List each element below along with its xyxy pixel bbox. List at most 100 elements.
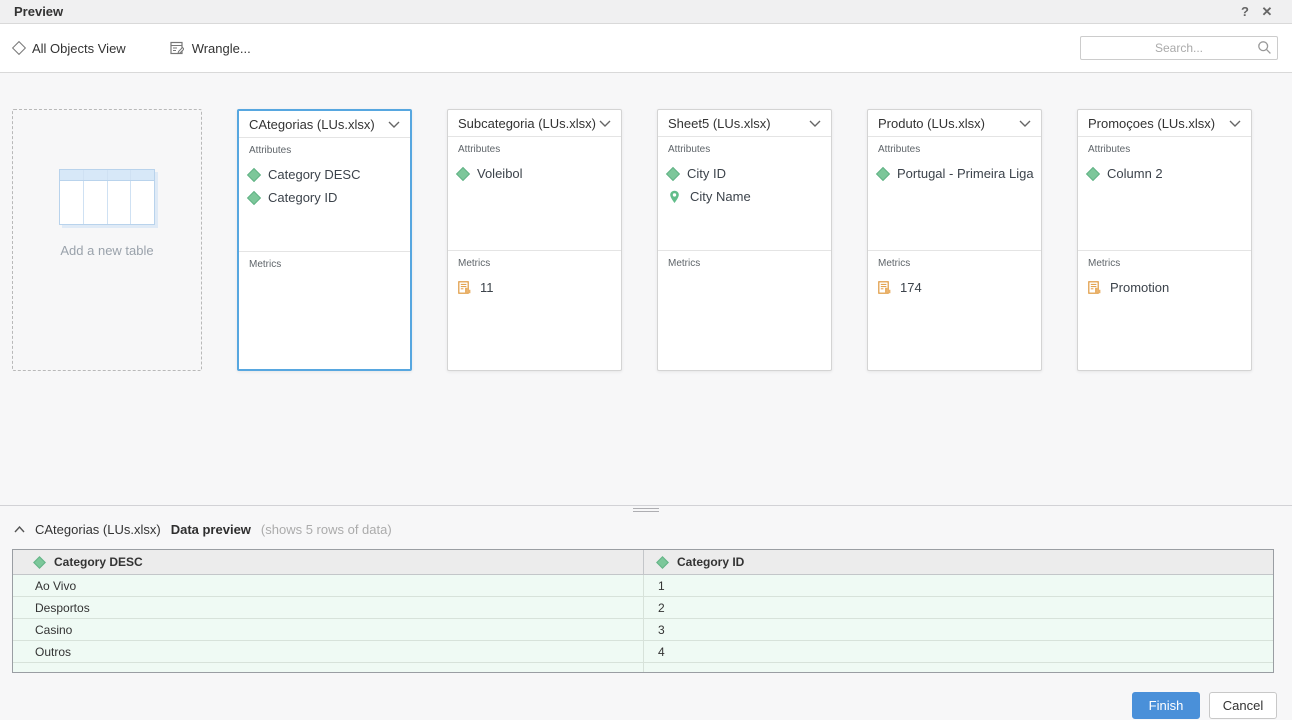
attribute-diamond-icon [876,166,890,180]
dialog-footer: Finish Cancel [0,673,1292,719]
metrics-label: Metrics [249,259,400,270]
table-cell [13,663,643,672]
column-header[interactable]: Category DESC [13,550,643,574]
attribute-name: City ID [687,166,726,181]
attribute-diamond-icon [456,166,470,180]
attribute-item[interactable]: Column 2 [1088,162,1241,185]
table-card-header[interactable]: Subcategoria (LUs.xlsx) [448,110,621,137]
metrics-label: Metrics [878,258,1031,269]
table-card-title: Subcategoria (LUs.xlsx) [458,116,596,131]
search-box [1080,36,1278,60]
table-cell: 2 [643,597,1273,618]
metrics-section: Metrics [658,251,831,370]
tables-canvas: Add a new table CAtegorias (LUs.xlsx) At… [0,73,1292,505]
table-row: Ao Vivo 1 [13,575,1273,597]
table-card-categorias[interactable]: CAtegorias (LUs.xlsx) Attributes Categor… [237,109,412,371]
finish-button[interactable]: Finish [1132,692,1200,719]
metrics-label: Metrics [1088,258,1241,269]
cancel-button[interactable]: Cancel [1209,692,1277,719]
table-cell: Ao Vivo [13,575,643,596]
chevron-down-icon[interactable] [1229,120,1241,127]
table-card-promocoes[interactable]: Promoçoes (LUs.xlsx) Attributes Column 2… [1077,109,1252,371]
table-header-row: Category DESC Category ID [13,550,1273,575]
attributes-label: Attributes [1088,144,1241,155]
metric-item[interactable]: 174 [878,276,1031,299]
metric-item[interactable]: 11 [458,276,611,299]
attribute-name: Column 2 [1107,166,1163,181]
chevron-down-icon[interactable] [809,120,821,127]
attribute-name: Voleibol [477,166,523,181]
metrics-label: Metrics [458,258,611,269]
table-card-produto[interactable]: Produto (LUs.xlsx) Attributes Portugal -… [867,109,1042,371]
preview-table-name: CAtegorias (LUs.xlsx) [35,522,161,537]
attribute-item[interactable]: Portugal - Primeira Liga [878,162,1031,185]
metric-name: Promotion [1110,280,1169,295]
chevron-down-icon[interactable] [1019,120,1031,127]
table-card-title: Sheet5 (LUs.xlsx) [668,116,771,131]
table-row-partial [13,663,1273,672]
attributes-section: Attributes Category DESC Category ID [239,138,410,252]
table-card-header[interactable]: Sheet5 (LUs.xlsx) [658,110,831,137]
close-icon[interactable]: ✕ [1256,4,1278,20]
table-row: Outros 4 [13,641,1273,663]
column-header[interactable]: Category ID [643,550,1273,574]
table-cell: 3 [643,619,1273,640]
column-header-label: Category ID [677,555,744,569]
attribute-diamond-icon [666,166,680,180]
table-card-subcategoria[interactable]: Subcategoria (LUs.xlsx) Attributes Volei… [447,109,622,371]
data-preview-table: Category DESC Category ID Ao Vivo 1 Desp… [12,549,1274,673]
panel-resize-handle[interactable] [0,505,1292,514]
attribute-item[interactable]: Category DESC [249,163,400,186]
metrics-section: Metrics Promotion [1078,251,1251,370]
chevron-down-icon[interactable] [388,121,400,128]
attribute-diamond-icon [247,167,261,181]
preview-note: (shows 5 rows of data) [261,522,392,537]
attribute-item[interactable]: City Name [668,185,821,208]
attribute-name: Category DESC [268,167,360,182]
chevron-down-icon[interactable] [599,120,611,127]
table-cell [643,663,1273,672]
search-icon[interactable] [1257,40,1272,55]
attributes-label: Attributes [668,144,821,155]
help-icon[interactable]: ? [1234,4,1256,19]
wrangle-button[interactable]: Wrangle... [170,41,251,56]
attribute-item[interactable]: Category ID [249,186,400,209]
attribute-item[interactable]: Voleibol [458,162,611,185]
table-card-title: Produto (LUs.xlsx) [878,116,985,131]
metrics-section: Metrics [239,252,410,369]
attribute-item[interactable]: City ID [668,162,821,185]
add-new-table-button[interactable]: Add a new table [12,109,202,371]
table-cell: Casino [13,619,643,640]
attribute-diamond-icon [33,556,46,569]
attributes-section: Attributes Voleibol [448,137,621,251]
attribute-diamond-icon [656,556,669,569]
wrangle-label: Wrangle... [192,41,251,56]
attribute-diamond-icon [247,190,261,204]
all-objects-view-button[interactable]: All Objects View [14,41,126,56]
all-objects-view-label: All Objects View [32,41,126,56]
table-cell: 1 [643,575,1273,596]
table-card-sheet5[interactable]: Sheet5 (LUs.xlsx) Attributes City ID Cit… [657,109,832,371]
table-cell: 4 [643,641,1273,662]
dialog-title: Preview [14,4,63,19]
attributes-section: Attributes City ID City Name [658,137,831,251]
attributes-label: Attributes [249,145,400,156]
metric-item[interactable]: Promotion [1088,276,1241,299]
collapse-chevron-icon[interactable] [14,526,25,533]
attribute-diamond-icon [1086,166,1100,180]
table-cell: Desportos [13,597,643,618]
table-card-header[interactable]: Produto (LUs.xlsx) [868,110,1041,137]
metric-icon [1088,281,1101,294]
table-cell: Outros [13,641,643,662]
search-input[interactable] [1080,36,1278,60]
attributes-section: Attributes Column 2 [1078,137,1251,251]
table-card-header[interactable]: Promoçoes (LUs.xlsx) [1078,110,1251,137]
table-row: Desportos 2 [13,597,1273,619]
metric-icon [878,281,891,294]
resize-grip-icon [633,508,659,514]
table-card-header[interactable]: CAtegorias (LUs.xlsx) [239,111,410,138]
attributes-label: Attributes [458,144,611,155]
attributes-label: Attributes [878,144,1031,155]
column-header-label: Category DESC [54,555,143,569]
metrics-section: Metrics 174 [868,251,1041,370]
